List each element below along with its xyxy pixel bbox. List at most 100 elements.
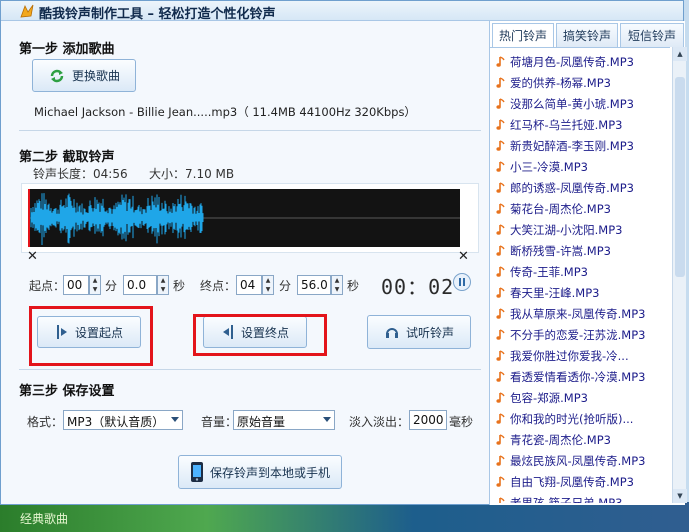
- music-note-icon: [496, 224, 505, 235]
- song-list-item[interactable]: 我从草原来-凤凰传奇.MP3: [496, 304, 645, 324]
- start-second-stepper[interactable]: ▲ ▼: [157, 275, 169, 295]
- start-second-input[interactable]: 0.0: [123, 275, 157, 295]
- song-list-item[interactable]: 你和我的时光(抢听版)...: [496, 409, 633, 429]
- waveform[interactable]: [28, 189, 460, 247]
- song-list-item[interactable]: 传奇-王菲.MP3: [496, 262, 588, 282]
- title-bar[interactable]: 酷我铃声制作工具 – 轻松打造个性化铃声: [1, 1, 683, 22]
- start-second-unit: 秒: [173, 279, 186, 293]
- song-title: 大笑江湖-小沈阳.MP3: [510, 223, 623, 237]
- song-list-item[interactable]: 红马杯-乌兰托娅.MP3: [496, 115, 622, 135]
- song-list-item[interactable]: 菊花台-周杰伦.MP3: [496, 199, 611, 219]
- start-marker-icon[interactable]: ✕: [27, 249, 38, 264]
- song-list-item[interactable]: 郎的诱惑-凤凰传奇.MP3: [496, 178, 634, 198]
- song-title: 郎的诱惑-凤凰传奇.MP3: [510, 181, 634, 195]
- song-list-item[interactable]: 最炫民族风-凤凰传奇.MP3: [496, 451, 645, 471]
- song-list-item[interactable]: 大笑江湖-小沈阳.MP3: [496, 220, 622, 240]
- volume-select[interactable]: 原始音量: [233, 410, 335, 430]
- song-list: 荷塘月色-凤凰传奇.MP3 爱的供养-杨幂.MP3 没那么简单-黄小琥.MP3 红马杯…: [490, 47, 670, 503]
- tab-hot-ringtones[interactable]: 热门铃声: [492, 23, 554, 47]
- end-second-input[interactable]: 56.0: [297, 275, 331, 295]
- fade-input[interactable]: 2000: [409, 410, 447, 430]
- music-note-icon: [496, 455, 505, 466]
- song-list-item[interactable]: 小三-冷漠.MP3: [496, 157, 588, 177]
- phone-icon: [190, 462, 203, 482]
- end-minute-stepper[interactable]: ▲ ▼: [262, 275, 274, 295]
- end-second-unit: 秒: [347, 279, 360, 293]
- song-title: 红马杯-乌兰托娅.MP3: [510, 118, 623, 132]
- song-list-item[interactable]: 新贵妃醉酒-李玉刚.MP3: [496, 136, 634, 156]
- song-list-item[interactable]: 青花瓷-周杰伦.MP3: [496, 430, 611, 450]
- end-marker-icon[interactable]: ✕: [458, 249, 469, 264]
- scroll-thumb[interactable]: [675, 77, 685, 277]
- music-note-icon: [496, 161, 505, 172]
- song-list-item[interactable]: 春天里-汪峰.MP3: [496, 283, 599, 303]
- start-label: 起点：: [29, 279, 66, 293]
- song-list-item[interactable]: 爱的供养-杨幂.MP3: [496, 73, 611, 93]
- music-note-icon: [496, 203, 505, 214]
- ringtone-length: 铃声长度：04:56: [33, 167, 128, 181]
- pause-button[interactable]: [453, 273, 471, 291]
- end-minute-input[interactable]: 04: [236, 275, 262, 295]
- ringtone-size: 大小：7.10 MB: [149, 167, 235, 181]
- song-title: 不分手的恋爱-汪苏泷.MP3: [510, 328, 646, 342]
- volume-value: 原始音量: [237, 415, 286, 429]
- song-title: 新贵妃醉酒-李玉刚.MP3: [510, 139, 634, 153]
- song-list-item[interactable]: 看透爱情看透你-冷漠.MP3: [496, 367, 645, 387]
- song-list-item[interactable]: 荷塘月色-凤凰传奇.MP3: [496, 52, 634, 72]
- music-note-icon: [496, 98, 505, 109]
- song-list-item[interactable]: 老男孩-筷子兄弟.MP3: [496, 493, 622, 503]
- music-note-icon: [496, 182, 505, 193]
- song-title: 看透爱情看透你-冷漠.MP3: [510, 370, 646, 384]
- tab-funny-ringtones[interactable]: 搞笑铃声: [556, 23, 618, 47]
- listen-button[interactable]: 试听铃声: [367, 315, 471, 349]
- tab-sms-ringtones[interactable]: 短信铃声: [620, 23, 684, 47]
- headphones-icon: [385, 328, 398, 338]
- music-note-icon: [496, 371, 505, 382]
- music-note-icon: [499, 497, 505, 503]
- volume-label: 音量：: [201, 415, 238, 429]
- song-list-scrollbar[interactable]: ▲ ▼: [672, 47, 687, 503]
- ringtone-maker-window: 酷我铃声制作工具 – 轻松打造个性化铃声 第一步 添加歌曲 更换歌曲 Micha…: [0, 0, 687, 505]
- song-list-item[interactable]: 没那么简单-黄小琥.MP3: [496, 94, 634, 114]
- save-ringtone-label: 保存铃声到本地或手机: [209, 465, 330, 480]
- song-list-item[interactable]: 我爱你胜过你爱我-冷...: [496, 346, 629, 366]
- song-list-item[interactable]: 包容-郑源.MP3: [496, 388, 588, 408]
- music-note-icon: [496, 266, 505, 277]
- pause-icon: [459, 278, 465, 286]
- format-label: 格式：: [27, 415, 64, 429]
- music-note-icon: [496, 350, 505, 361]
- music-note-icon: [496, 308, 505, 319]
- file-info: Michael Jackson - Billie Jean.....mp3（ 1…: [34, 105, 416, 119]
- playback-clock: 00：02: [381, 275, 455, 299]
- music-note-icon: [496, 245, 505, 256]
- music-note-icon: [496, 434, 505, 445]
- format-select[interactable]: MP3（默认音质）: [63, 410, 183, 430]
- start-minute-stepper[interactable]: ▲ ▼: [89, 275, 101, 295]
- song-list-item[interactable]: 自由飞翔-凤凰传奇.MP3: [496, 472, 634, 492]
- song-title: 我爱你胜过你爱我-冷...: [510, 349, 629, 363]
- song-title: 你和我的时光(抢听版)...: [510, 412, 634, 426]
- fade-label: 淡入淡出：: [349, 415, 410, 429]
- song-title: 老男孩-筷子兄弟.MP3: [510, 496, 623, 503]
- music-note-icon: [496, 77, 505, 88]
- refresh-icon: [50, 69, 64, 82]
- start-minute-input[interactable]: 00: [63, 275, 89, 295]
- song-title: 爱的供养-杨幂.MP3: [510, 76, 611, 90]
- music-note-icon: [496, 392, 505, 403]
- scroll-up-icon[interactable]: ▲: [673, 47, 687, 61]
- background-text: 经典歌曲: [20, 512, 69, 526]
- song-list-item[interactable]: 不分手的恋爱-汪苏泷.MP3: [496, 325, 645, 345]
- end-second-stepper[interactable]: ▲ ▼: [331, 275, 343, 295]
- window-title: 酷我铃声制作工具 – 轻松打造个性化铃声: [39, 7, 276, 22]
- song-title: 自由飞翔-凤凰传奇.MP3: [510, 475, 634, 489]
- song-list-item[interactable]: 断桥残雪-许嵩.MP3: [496, 241, 611, 261]
- save-ringtone-button[interactable]: 保存铃声到本地或手机: [178, 455, 342, 489]
- song-title: 没那么简单-黄小琥.MP3: [510, 97, 634, 111]
- song-title: 传奇-王菲.MP3: [510, 265, 588, 279]
- music-note-icon: [496, 119, 505, 130]
- song-title: 断桥残雪-许嵩.MP3: [510, 244, 611, 258]
- song-title: 青花瓷-周杰伦.MP3: [510, 433, 611, 447]
- divider: [19, 130, 481, 131]
- change-song-button[interactable]: 更换歌曲: [32, 59, 136, 92]
- scroll-down-icon[interactable]: ▼: [673, 489, 687, 503]
